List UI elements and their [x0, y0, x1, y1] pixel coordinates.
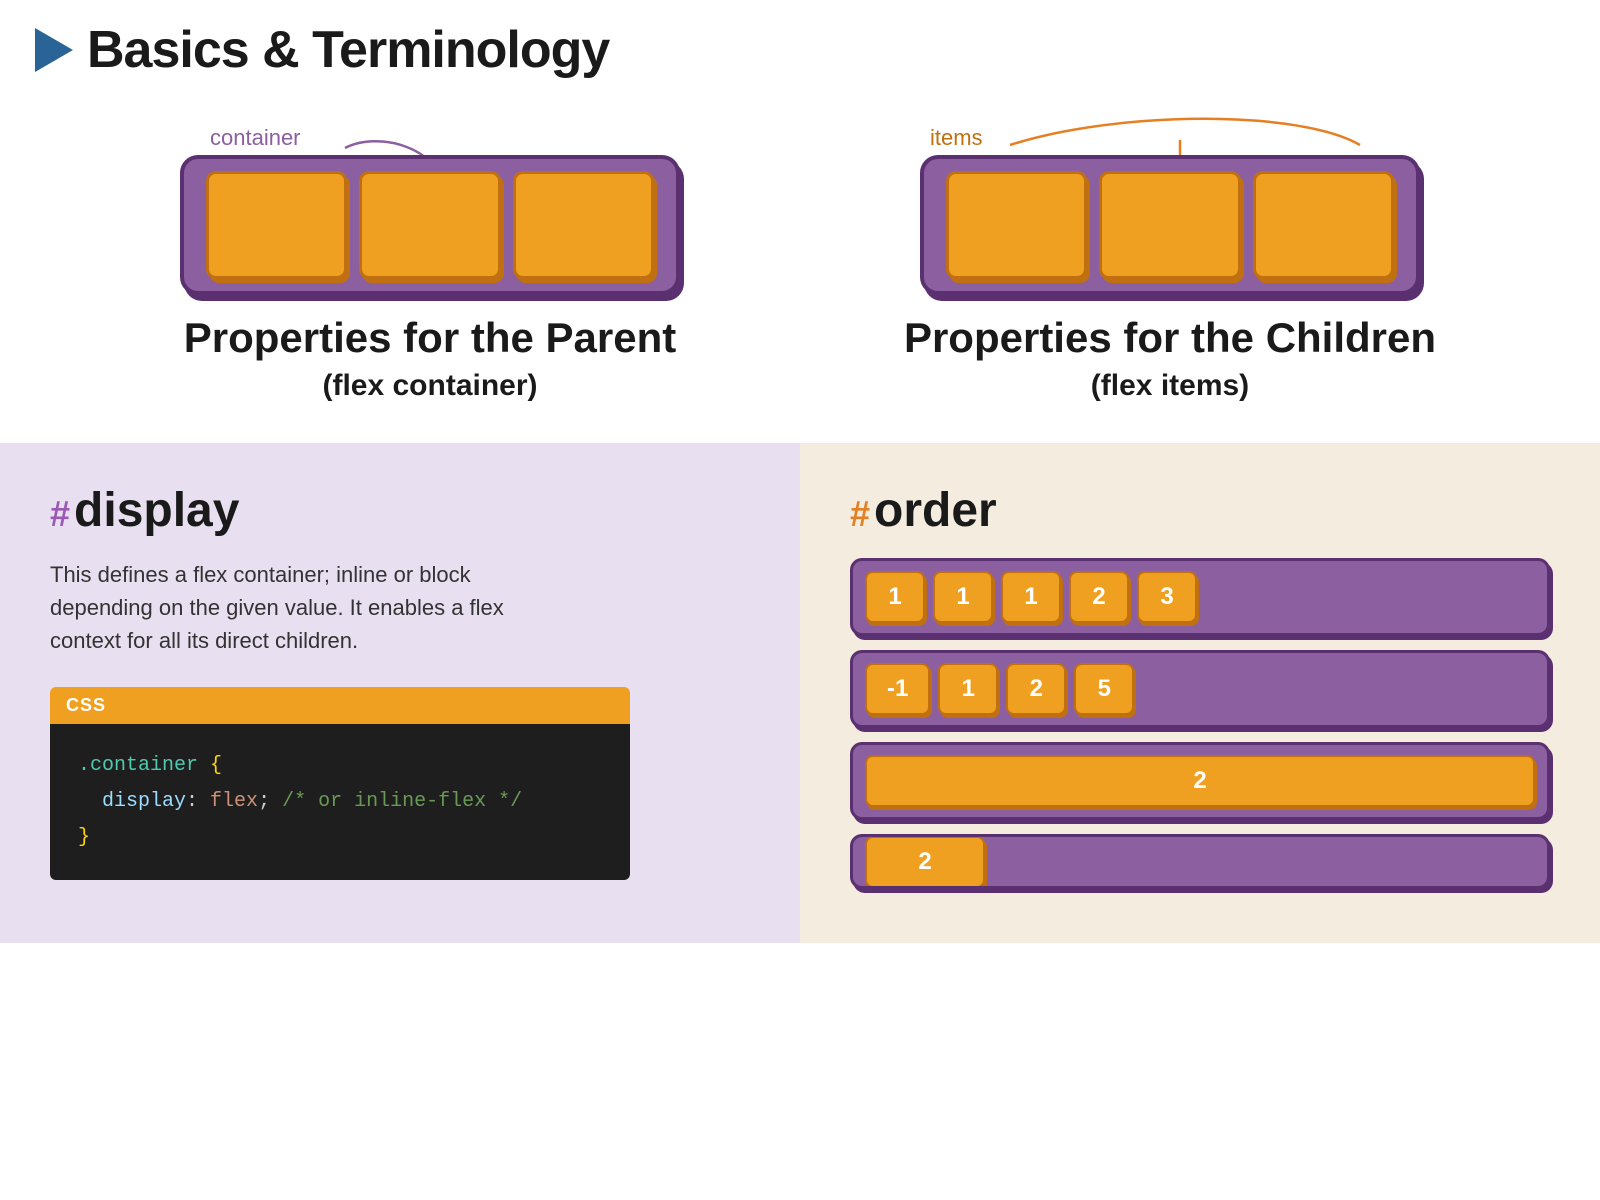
code-property-display: display: [102, 790, 186, 813]
play-icon: [35, 28, 73, 72]
order-item-4-1: 2: [865, 836, 985, 888]
code-body: .container { display: flex; /* or inline…: [50, 724, 630, 880]
order-item-1-2: 1: [933, 571, 993, 623]
order-panel: # order 1 1 1 2 3 -1 1 2 5 — 2: [800, 443, 1600, 943]
order-item-2-2: 1: [938, 663, 998, 715]
code-comment: /* or inline-flex */: [282, 790, 522, 813]
order-hash: #: [850, 493, 870, 535]
display-hash: #: [50, 493, 70, 535]
flex-item-2: [359, 171, 500, 279]
order-row-4: 2: [850, 834, 1550, 889]
parent-properties-title: Properties for the Parent: [184, 315, 676, 361]
code-selector: .container: [78, 754, 198, 777]
display-description: This defines a flex container; inline or…: [50, 558, 570, 657]
page-title: Basics & Terminology: [87, 20, 609, 80]
code-line-3: }: [78, 820, 602, 856]
header-section: Basics & Terminology: [0, 0, 1600, 90]
flex-item-3: [513, 171, 654, 279]
display-code-block: CSS .container { display: flex; /* or in…: [50, 687, 630, 880]
order-row-2: -1 1 2 5 —: [850, 650, 1550, 728]
flex-item-1: [206, 171, 347, 279]
items-illustration: items: [920, 120, 1420, 295]
flex-child-3: [1253, 171, 1394, 279]
order-dash: —: [1150, 673, 1178, 705]
items-label: items: [930, 125, 983, 151]
display-panel: # display This defines a flex container;…: [0, 443, 800, 943]
order-item-1-3: 1: [1001, 571, 1061, 623]
order-item-2-4: 5: [1074, 663, 1134, 715]
flex-child-1: [946, 171, 1087, 279]
order-item-3-1: 2: [865, 755, 1535, 807]
display-heading: # display: [50, 483, 750, 538]
order-diagram: 1 1 1 2 3 -1 1 2 5 — 2 2: [850, 558, 1550, 889]
parent-diagram-col: container Properties for the Parent (fle…: [150, 120, 710, 403]
flex-items-box: [920, 155, 1420, 295]
order-item-1-5: 3: [1137, 571, 1197, 623]
code-value-flex: flex: [210, 790, 258, 813]
order-item-2-1: -1: [865, 663, 930, 715]
flex-child-2: [1099, 171, 1240, 279]
code-line-1: .container {: [78, 748, 602, 784]
bottom-panels: # display This defines a flex container;…: [0, 443, 1600, 943]
children-diagram-col: items Properties for the Children (fl: [890, 120, 1450, 403]
order-row-1: 1 1 1 2 3: [850, 558, 1550, 636]
code-brace-close: }: [78, 826, 90, 849]
order-property-name: order: [874, 483, 997, 538]
order-item-1-4: 2: [1069, 571, 1129, 623]
order-heading: # order: [850, 483, 1550, 538]
display-property-name: display: [74, 483, 239, 538]
parent-properties-subtitle: (flex container): [322, 369, 537, 403]
flex-container-box: [180, 155, 680, 295]
code-header-label: CSS: [50, 687, 630, 724]
children-properties-subtitle: (flex items): [1091, 369, 1249, 403]
children-properties-title: Properties for the Children: [904, 315, 1436, 361]
container-illustration: container: [180, 120, 680, 295]
code-brace-open: {: [210, 754, 222, 777]
order-item-1-1: 1: [865, 571, 925, 623]
container-label: container: [210, 125, 301, 151]
diagrams-row: container Properties for the Parent (fle…: [0, 90, 1600, 413]
order-item-2-3: 2: [1006, 663, 1066, 715]
order-row-3: 2: [850, 742, 1550, 820]
code-line-2: display: flex; /* or inline-flex */: [78, 784, 602, 820]
